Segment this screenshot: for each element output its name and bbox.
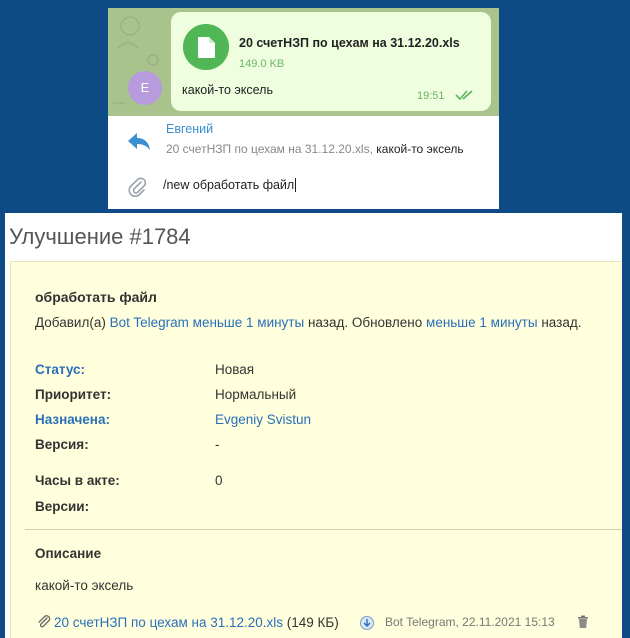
versions-label: Версии: [35,499,90,514]
attachment-author-date: Bot Telegram, 22.11.2021 15:13 [385,615,555,629]
priority-label: Приоритет: [35,387,112,402]
page-title: Улучшение #1784 [9,224,191,249]
telegram-panel: Е 20 счетНЗП по цехам на 31.12.20.xls 14… [108,8,499,209]
reply-arrow-icon [128,133,150,150]
trash-icon[interactable] [577,615,589,629]
priority-value: Нормальный [215,387,297,402]
message-input-text: /new обработать файл [163,178,295,192]
updated-link[interactable]: меньше 1 минуты [426,315,538,330]
reply-text: 20 счетНЗП по цехам на 31.12.20.xls, как… [166,142,464,156]
file-size: 149.0 KB [239,58,285,70]
reply-author: Евгений [166,122,214,136]
message-text: какой-то эксель [182,83,273,97]
issue-subject: обработать файл [35,289,157,305]
issue-details: обработать файл Добавил(а) Bot Telegram … [10,261,622,638]
description-text: какой-то эксель [35,578,134,593]
assignee-link[interactable]: Evgeniy Svistun [215,412,311,427]
attachment-link[interactable]: 20 счетНЗП по цехам на 31.12.20.xls [54,615,283,630]
hours-value: 0 [215,473,223,488]
created-link[interactable]: меньше 1 минуты [193,315,305,330]
attachment-size: (149 КБ) [286,615,339,630]
meta-added-by: Добавил(а) [35,315,106,330]
meta-updated: назад. Обновлено [307,315,423,330]
paperclip-icon[interactable] [127,176,147,198]
avatar[interactable]: Е [128,71,162,105]
reply-file-name: 20 счетНЗП по цехам на 31.12.20.xls, [166,142,373,156]
text-cursor [295,178,297,192]
status-value: Новая [215,362,255,377]
message-time: 19:51 [417,90,445,102]
issue-panel: Улучшение #1784 обработать файл Добавил(… [5,213,622,638]
double-check-icon [455,90,473,101]
message-input[interactable]: /new обработать файл [163,178,297,192]
file-name[interactable]: 20 счетНЗП по цехам на 31.12.20.xls [239,36,460,50]
description-label: Описание [35,546,102,561]
attachment-icon [38,615,51,628]
message-bubble: 20 счетНЗП по цехам на 31.12.20.xls 149.… [171,12,491,111]
status-label[interactable]: Статус: [35,362,85,377]
version-label: Версия: [35,437,89,452]
hours-label: Часы в акте: [35,473,120,488]
author-link[interactable]: Bot Telegram [110,315,189,330]
file-icon[interactable] [183,24,229,70]
assignee-label[interactable]: Назначена: [35,412,110,427]
meta-suffix: назад. [541,315,582,330]
divider [25,529,622,530]
reply-message: какой-то эксель [376,142,464,156]
issue-meta: Добавил(а) Bot Telegram меньше 1 минуты … [35,315,581,330]
chat-area: Е 20 счетНЗП по цехам на 31.12.20.xls 14… [108,8,499,116]
download-icon[interactable] [360,616,374,630]
attachment-row: 20 счетНЗП по цехам на 31.12.20.xls (149… [54,615,339,630]
version-value: - [215,437,220,452]
